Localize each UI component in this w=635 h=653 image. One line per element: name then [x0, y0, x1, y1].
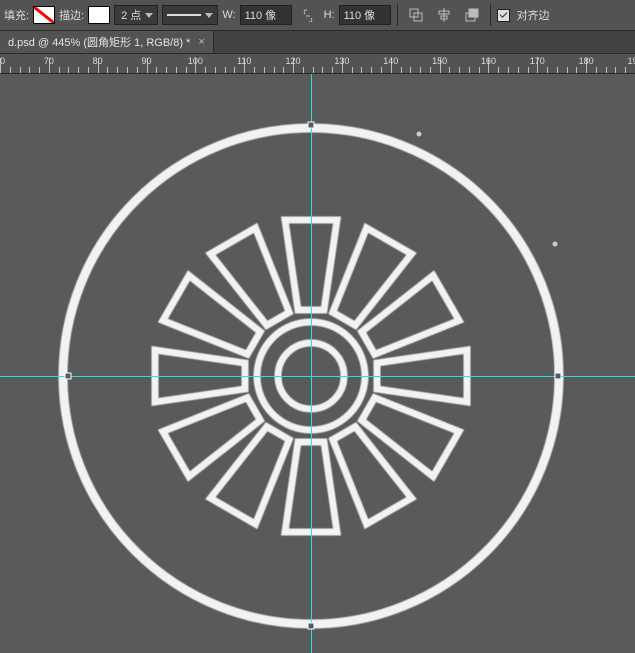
link-wh-button[interactable]	[296, 4, 320, 26]
height-field[interactable]: 110 像	[339, 5, 391, 25]
artwork	[0, 74, 635, 653]
separator	[397, 4, 398, 26]
ruler-tick-label: 160	[481, 56, 496, 66]
path-anchor[interactable]	[417, 132, 422, 137]
horizontal-ruler[interactable]: 60 70 80 90 100 110 120 130 140 150 160 170 180 190	[0, 54, 635, 74]
document-tab-bar: d.psd @ 445% (圆角矩形 1, RGB/8) * ×	[0, 31, 635, 54]
path-align-button[interactable]	[432, 4, 456, 26]
fill-swatch[interactable]	[33, 6, 55, 24]
tab-title: d.psd @ 445% (圆角矩形 1, RGB/8) *	[8, 34, 190, 50]
ruler-tick-label: 100	[188, 56, 203, 66]
ruler-tick-label: 70	[44, 56, 54, 66]
stroke-style-select[interactable]	[162, 5, 218, 25]
width-label: W:	[222, 9, 235, 21]
canvas-area[interactable]	[0, 74, 635, 653]
transform-handle[interactable]	[308, 122, 315, 129]
transform-handle[interactable]	[65, 373, 72, 380]
chevron-down-icon	[145, 13, 153, 18]
path-operations-button[interactable]	[404, 4, 428, 26]
height-label: H:	[324, 9, 335, 21]
ruler-tick-label: 130	[334, 56, 349, 66]
chevron-down-icon	[205, 13, 213, 18]
ruler-tick-label: 140	[383, 56, 398, 66]
document-tab[interactable]: d.psd @ 445% (圆角矩形 1, RGB/8) * ×	[0, 31, 214, 53]
stroke-width-select[interactable]: 2 点	[114, 5, 158, 25]
ruler-tick-label: 150	[432, 56, 447, 66]
stroke-label: 描边:	[59, 7, 84, 23]
stroke-width-value: 2 点	[121, 7, 141, 23]
transform-handle[interactable]	[555, 373, 562, 380]
path-anchor[interactable]	[553, 242, 558, 247]
options-bar: 填充: 描边: 2 点 W: 110 像 H: 110 像 对齐边	[0, 0, 635, 31]
ruler-tick-label: 80	[93, 56, 103, 66]
fill-label: 填充:	[4, 7, 29, 23]
path-arrange-button[interactable]	[460, 4, 484, 26]
separator	[490, 4, 491, 26]
ruler-tick-label: 120	[286, 56, 301, 66]
align-edges-label: 对齐边	[517, 7, 550, 23]
ruler-tick-label: 60	[0, 56, 5, 66]
ruler-tick-label: 170	[530, 56, 545, 66]
stroke-swatch[interactable]	[88, 6, 110, 24]
guide-vertical	[311, 74, 312, 653]
ruler-tick-label: 90	[142, 56, 152, 66]
width-field[interactable]: 110 像	[240, 5, 292, 25]
align-edges-checkbox[interactable]	[497, 9, 510, 22]
solid-line-icon	[167, 14, 201, 16]
ruler-tick-label: 180	[579, 56, 594, 66]
ruler-tick-label: 110	[237, 56, 251, 66]
close-icon[interactable]: ×	[198, 36, 204, 48]
guide-horizontal	[0, 376, 635, 377]
ruler-tick-label: 190	[627, 56, 635, 66]
transform-handle[interactable]	[308, 623, 315, 630]
